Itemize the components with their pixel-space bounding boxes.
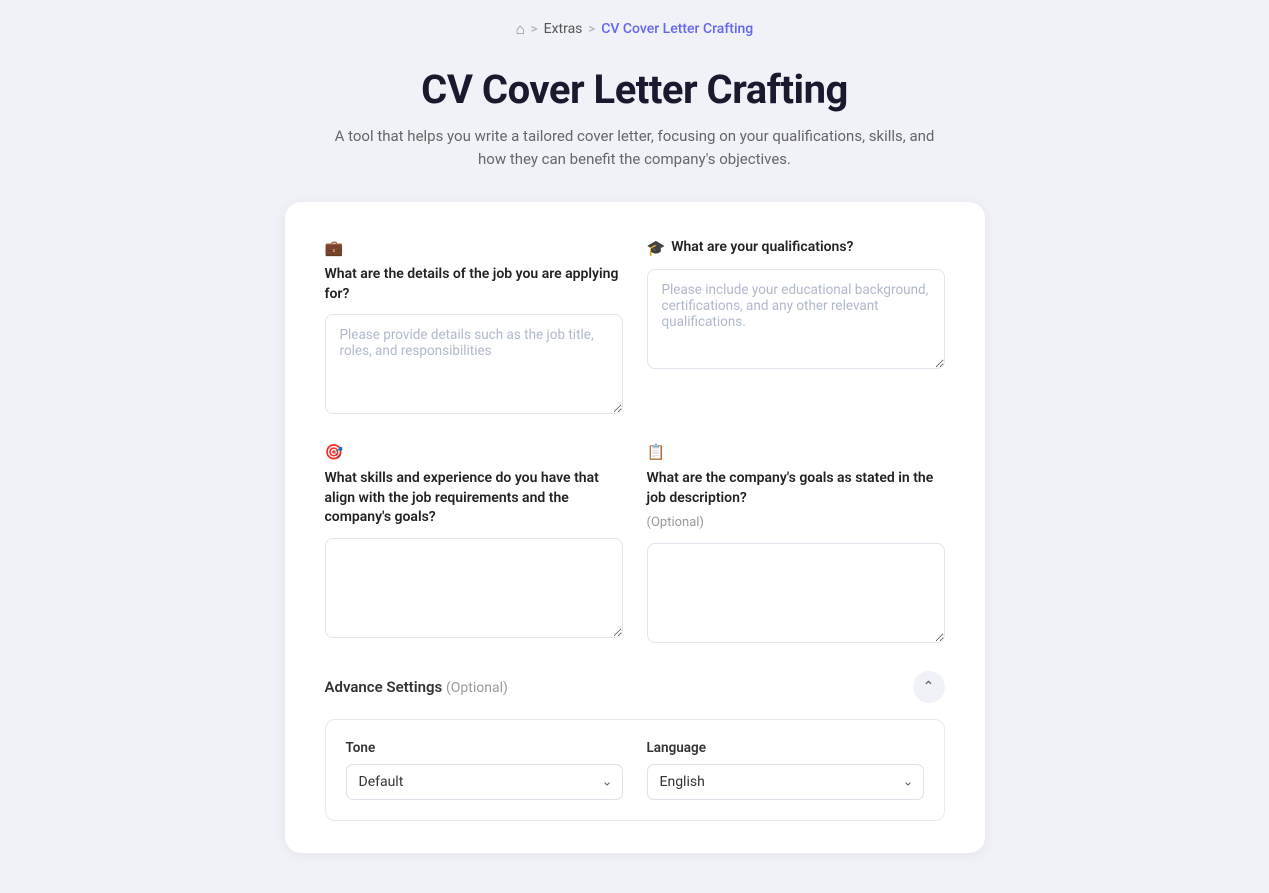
- language-select-wrapper: English Spanish French German Chinese ⌄: [647, 764, 924, 800]
- qualifications-label: 🎓 What are your qualifications?: [647, 238, 945, 259]
- home-icon[interactable]: ⌂: [516, 20, 525, 38]
- advance-settings-label: Advance Settings (Optional): [325, 678, 508, 696]
- tone-label: Tone: [346, 740, 623, 756]
- job-details-textarea[interactable]: [325, 314, 623, 414]
- settings-box: Tone Default Formal Casual Professional …: [325, 719, 945, 821]
- page-subtitle: A tool that helps you write a tailored c…: [335, 125, 935, 170]
- clipboard-icon: 📋: [647, 442, 666, 463]
- briefcase-icon: 💼: [325, 238, 344, 259]
- main-card: 💼 What are the details of the job you ar…: [285, 202, 985, 853]
- form-group-qualifications: 🎓 What are your qualifications?: [647, 238, 945, 414]
- tone-select-wrapper: Default Formal Casual Professional Frien…: [346, 764, 623, 800]
- breadcrumb-separator-2: >: [588, 22, 595, 37]
- breadcrumb-extras[interactable]: Extras: [544, 21, 583, 37]
- target-icon: 🎯: [325, 442, 344, 463]
- skills-textarea[interactable]: [325, 538, 623, 638]
- breadcrumb: ⌂ > Extras > CV Cover Letter Crafting: [20, 20, 1249, 38]
- language-group: Language English Spanish French German C…: [647, 740, 924, 800]
- settings-grid: Tone Default Formal Casual Professional …: [346, 740, 924, 800]
- company-goals-optional: (Optional): [647, 514, 704, 532]
- tone-select[interactable]: Default Formal Casual Professional Frien…: [346, 764, 623, 800]
- advance-settings-toggle[interactable]: ⌃: [913, 671, 945, 703]
- advance-settings-optional: (Optional): [446, 680, 508, 696]
- advance-settings-header[interactable]: Advance Settings (Optional) ⌃: [325, 671, 945, 703]
- form-grid: 💼 What are the details of the job you ar…: [325, 238, 945, 643]
- form-group-job-details: 💼 What are the details of the job you ar…: [325, 238, 623, 414]
- language-label: Language: [647, 740, 924, 756]
- tone-group: Tone Default Formal Casual Professional …: [346, 740, 623, 800]
- breadcrumb-separator-1: >: [531, 22, 538, 37]
- page-header: CV Cover Letter Crafting A tool that hel…: [20, 66, 1249, 170]
- form-group-company-goals: 📋 What are the company's goals as stated…: [647, 442, 945, 642]
- language-select[interactable]: English Spanish French German Chinese: [647, 764, 924, 800]
- page-title: CV Cover Letter Crafting: [20, 66, 1249, 113]
- breadcrumb-current: CV Cover Letter Crafting: [601, 21, 753, 37]
- company-goals-textarea[interactable]: [647, 543, 945, 643]
- skills-label: 🎯 What skills and experience do you have…: [325, 442, 623, 528]
- job-details-label: 💼 What are the details of the job you ar…: [325, 238, 623, 304]
- qualifications-textarea[interactable]: [647, 269, 945, 369]
- graduation-icon: 🎓: [647, 238, 666, 259]
- company-goals-label: 📋 What are the company's goals as stated…: [647, 442, 945, 532]
- form-group-skills: 🎯 What skills and experience do you have…: [325, 442, 623, 642]
